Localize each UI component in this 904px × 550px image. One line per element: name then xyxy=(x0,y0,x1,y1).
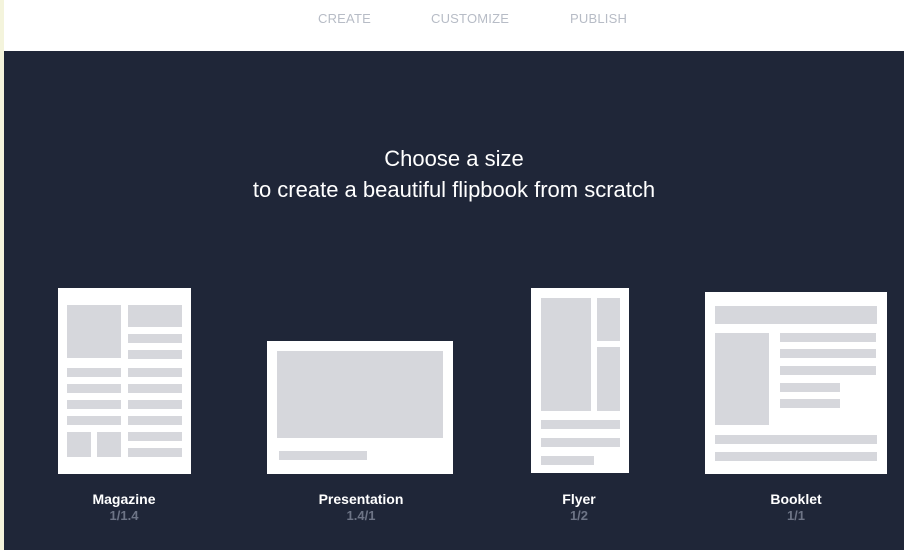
layout-placeholder-block xyxy=(67,416,121,425)
layout-placeholder-block xyxy=(67,305,121,358)
layout-placeholder-block xyxy=(279,451,367,460)
layout-placeholder-block xyxy=(67,368,121,377)
size-option-magazine[interactable]: Magazine 1/1.4 xyxy=(54,288,194,528)
layout-placeholder-block xyxy=(715,333,769,425)
layout-placeholder-block xyxy=(128,432,182,441)
size-option-presentation[interactable]: Presentation 1.4/1 xyxy=(266,341,456,528)
size-name: Presentation xyxy=(318,491,404,507)
step-navigation-bar: CREATE CUSTOMIZE PUBLISH xyxy=(4,0,904,51)
size-ratio: 1/2 xyxy=(569,508,589,523)
step-customize[interactable]: CUSTOMIZE xyxy=(431,11,509,26)
layout-placeholder-block xyxy=(541,420,620,429)
layout-placeholder-block xyxy=(597,347,620,411)
layout-placeholder-block xyxy=(780,399,840,408)
layout-placeholder-block xyxy=(128,416,182,425)
layout-placeholder-block xyxy=(597,298,620,341)
layout-placeholder-block xyxy=(128,384,182,393)
layout-placeholder-block xyxy=(67,384,121,393)
step-publish[interactable]: PUBLISH xyxy=(570,11,627,26)
booklet-preview xyxy=(705,292,887,474)
layout-placeholder-block xyxy=(97,432,121,457)
size-option-flyer[interactable]: Flyer 1/2 xyxy=(519,288,639,528)
layout-placeholder-block xyxy=(128,400,182,409)
layout-placeholder-block xyxy=(128,368,182,377)
layout-placeholder-block xyxy=(67,400,121,409)
heading-line-2: to create a beautiful flipbook from scra… xyxy=(252,177,656,202)
layout-placeholder-block xyxy=(541,456,594,465)
step-create[interactable]: CREATE xyxy=(318,11,371,26)
layout-placeholder-block xyxy=(128,350,182,359)
layout-placeholder-block xyxy=(780,366,876,375)
size-ratio: 1.4/1 xyxy=(346,508,376,523)
layout-placeholder-block xyxy=(277,351,443,438)
layout-placeholder-block xyxy=(715,435,877,444)
flyer-preview xyxy=(531,288,629,473)
layout-placeholder-block xyxy=(128,305,182,327)
layout-placeholder-block xyxy=(128,334,182,343)
layout-placeholder-block xyxy=(67,432,91,457)
size-name: Booklet xyxy=(770,491,822,507)
layout-placeholder-block xyxy=(780,333,876,342)
size-name: Magazine xyxy=(92,491,156,507)
size-name: Flyer xyxy=(562,491,596,507)
layout-placeholder-block xyxy=(541,298,591,411)
size-ratio: 1/1.4 xyxy=(109,508,139,523)
layout-placeholder-block xyxy=(715,452,877,461)
layout-placeholder-block xyxy=(541,438,620,447)
page-heading: Choose a size to create a beautiful flip… xyxy=(4,143,904,205)
magazine-preview xyxy=(58,288,191,474)
layout-placeholder-block xyxy=(780,349,876,358)
size-ratio: 1/1 xyxy=(786,508,806,523)
size-selection-panel: Choose a size to create a beautiful flip… xyxy=(4,51,904,550)
presentation-preview xyxy=(267,341,453,474)
heading-line-1: Choose a size xyxy=(384,146,524,171)
layout-placeholder-block xyxy=(715,306,877,324)
size-option-booklet[interactable]: Booklet 1/1 xyxy=(704,292,888,528)
layout-placeholder-block xyxy=(128,448,182,457)
layout-placeholder-block xyxy=(780,383,840,392)
